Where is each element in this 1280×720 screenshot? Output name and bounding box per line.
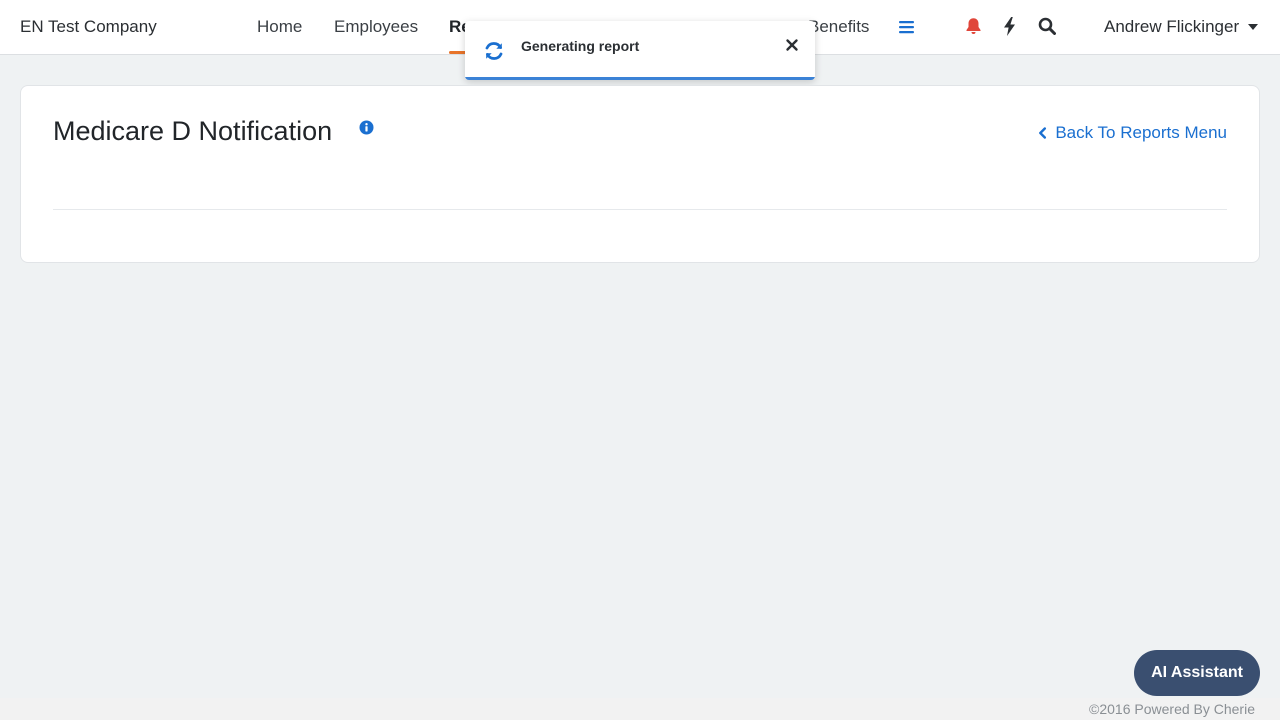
nav-home[interactable]: Home xyxy=(257,17,302,37)
user-name: Andrew Flickinger xyxy=(1104,17,1240,36)
info-icon[interactable] xyxy=(359,120,374,135)
divider xyxy=(53,209,1227,210)
footer-text: ©2016 Powered By Cherie xyxy=(1089,701,1255,717)
bolt-icon[interactable] xyxy=(1003,17,1016,36)
nav-benefits[interactable]: Benefits xyxy=(808,17,869,37)
close-icon[interactable] xyxy=(785,38,799,52)
back-to-reports-link[interactable]: Back To Reports Menu xyxy=(1038,123,1227,143)
nav-employees[interactable]: Employees xyxy=(334,17,418,37)
user-menu[interactable]: Andrew Flickinger xyxy=(1104,17,1259,37)
company-name[interactable]: EN Test Company xyxy=(20,17,157,37)
page-title: Medicare D Notification xyxy=(53,116,333,146)
footer: ©2016 Powered By Cherie xyxy=(0,698,1280,720)
bell-icon[interactable] xyxy=(965,17,982,35)
toast-progress-bar xyxy=(465,77,815,80)
chevron-left-icon xyxy=(1039,127,1047,139)
report-card: Medicare D Notification Back To Reports … xyxy=(20,85,1260,263)
notification-toast: Generating report xyxy=(465,21,815,80)
chevron-down-icon xyxy=(1248,24,1259,30)
back-link-label: Back To Reports Menu xyxy=(1055,123,1227,142)
menu-icon[interactable] xyxy=(899,20,914,34)
search-icon[interactable] xyxy=(1038,17,1056,35)
ai-assistant-button[interactable]: AI Assistant xyxy=(1134,650,1260,696)
toast-message: Generating report xyxy=(521,38,640,54)
refresh-icon xyxy=(485,42,503,60)
